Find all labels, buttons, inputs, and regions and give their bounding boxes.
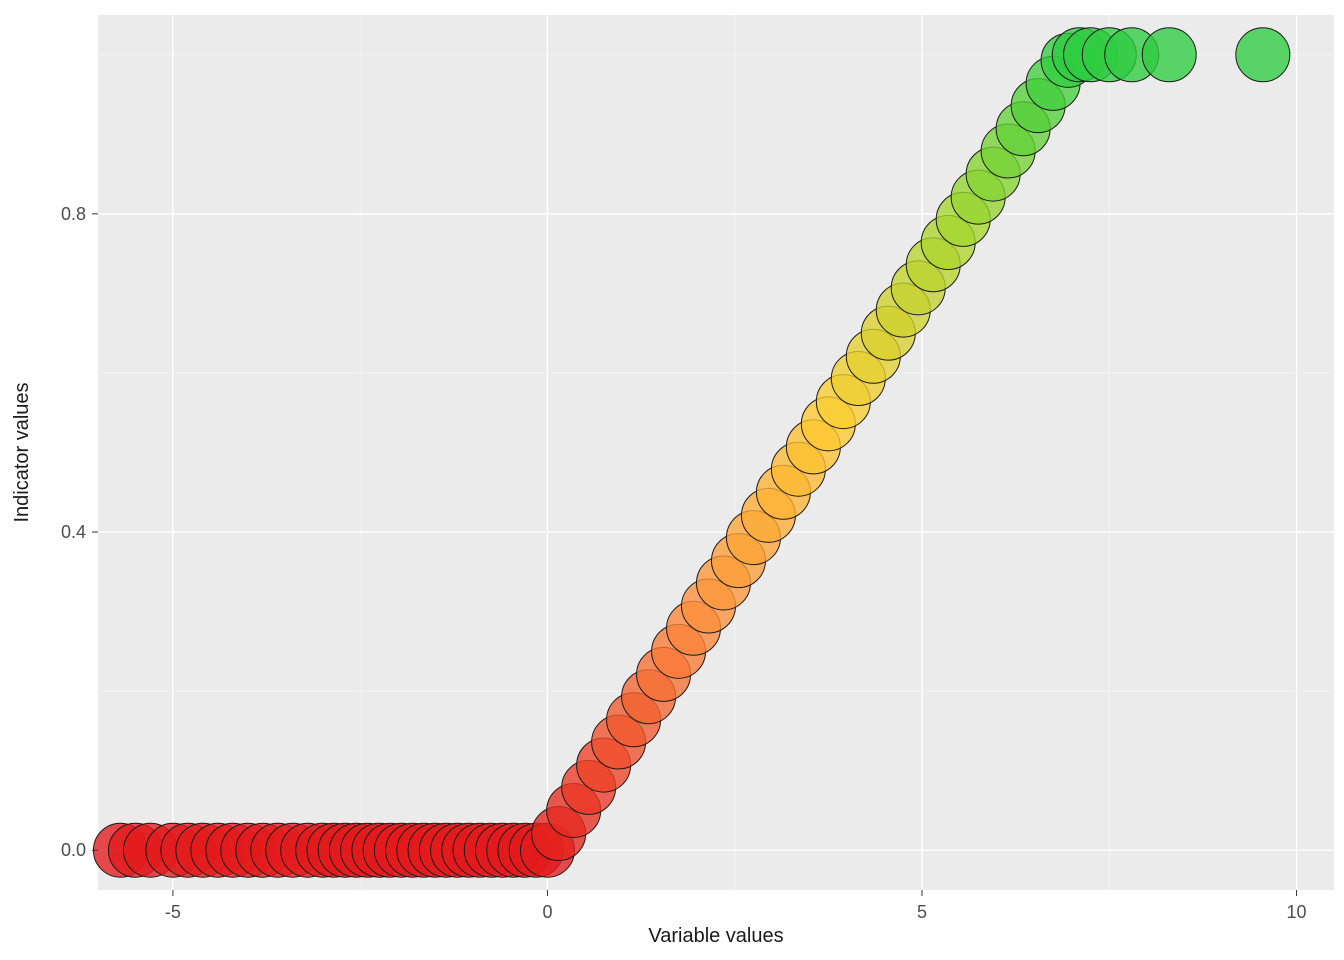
- y-tick-label: 0.4: [61, 522, 86, 542]
- y-tick-label: 0.0: [61, 840, 86, 860]
- chart-root: { "chart_data": { "type": "scatter", "ti…: [0, 0, 1344, 960]
- panel-background: [98, 15, 1334, 890]
- x-axis-title: Variable values: [648, 925, 783, 947]
- x-tick-label: 10: [1287, 902, 1307, 922]
- scatter-plot: -5 0 5 10 0.0 0.4 0.8 Variable values Indicato…: [0, 0, 1344, 960]
- x-tick-label: -5: [165, 902, 181, 922]
- y-axis-title: Indicator values: [11, 382, 33, 522]
- x-tick-label: 0: [542, 902, 552, 922]
- x-tick-label: 5: [917, 902, 927, 922]
- data-point: [1142, 28, 1196, 82]
- data-point: [1236, 28, 1290, 82]
- y-tick-label: 0.8: [61, 204, 86, 224]
